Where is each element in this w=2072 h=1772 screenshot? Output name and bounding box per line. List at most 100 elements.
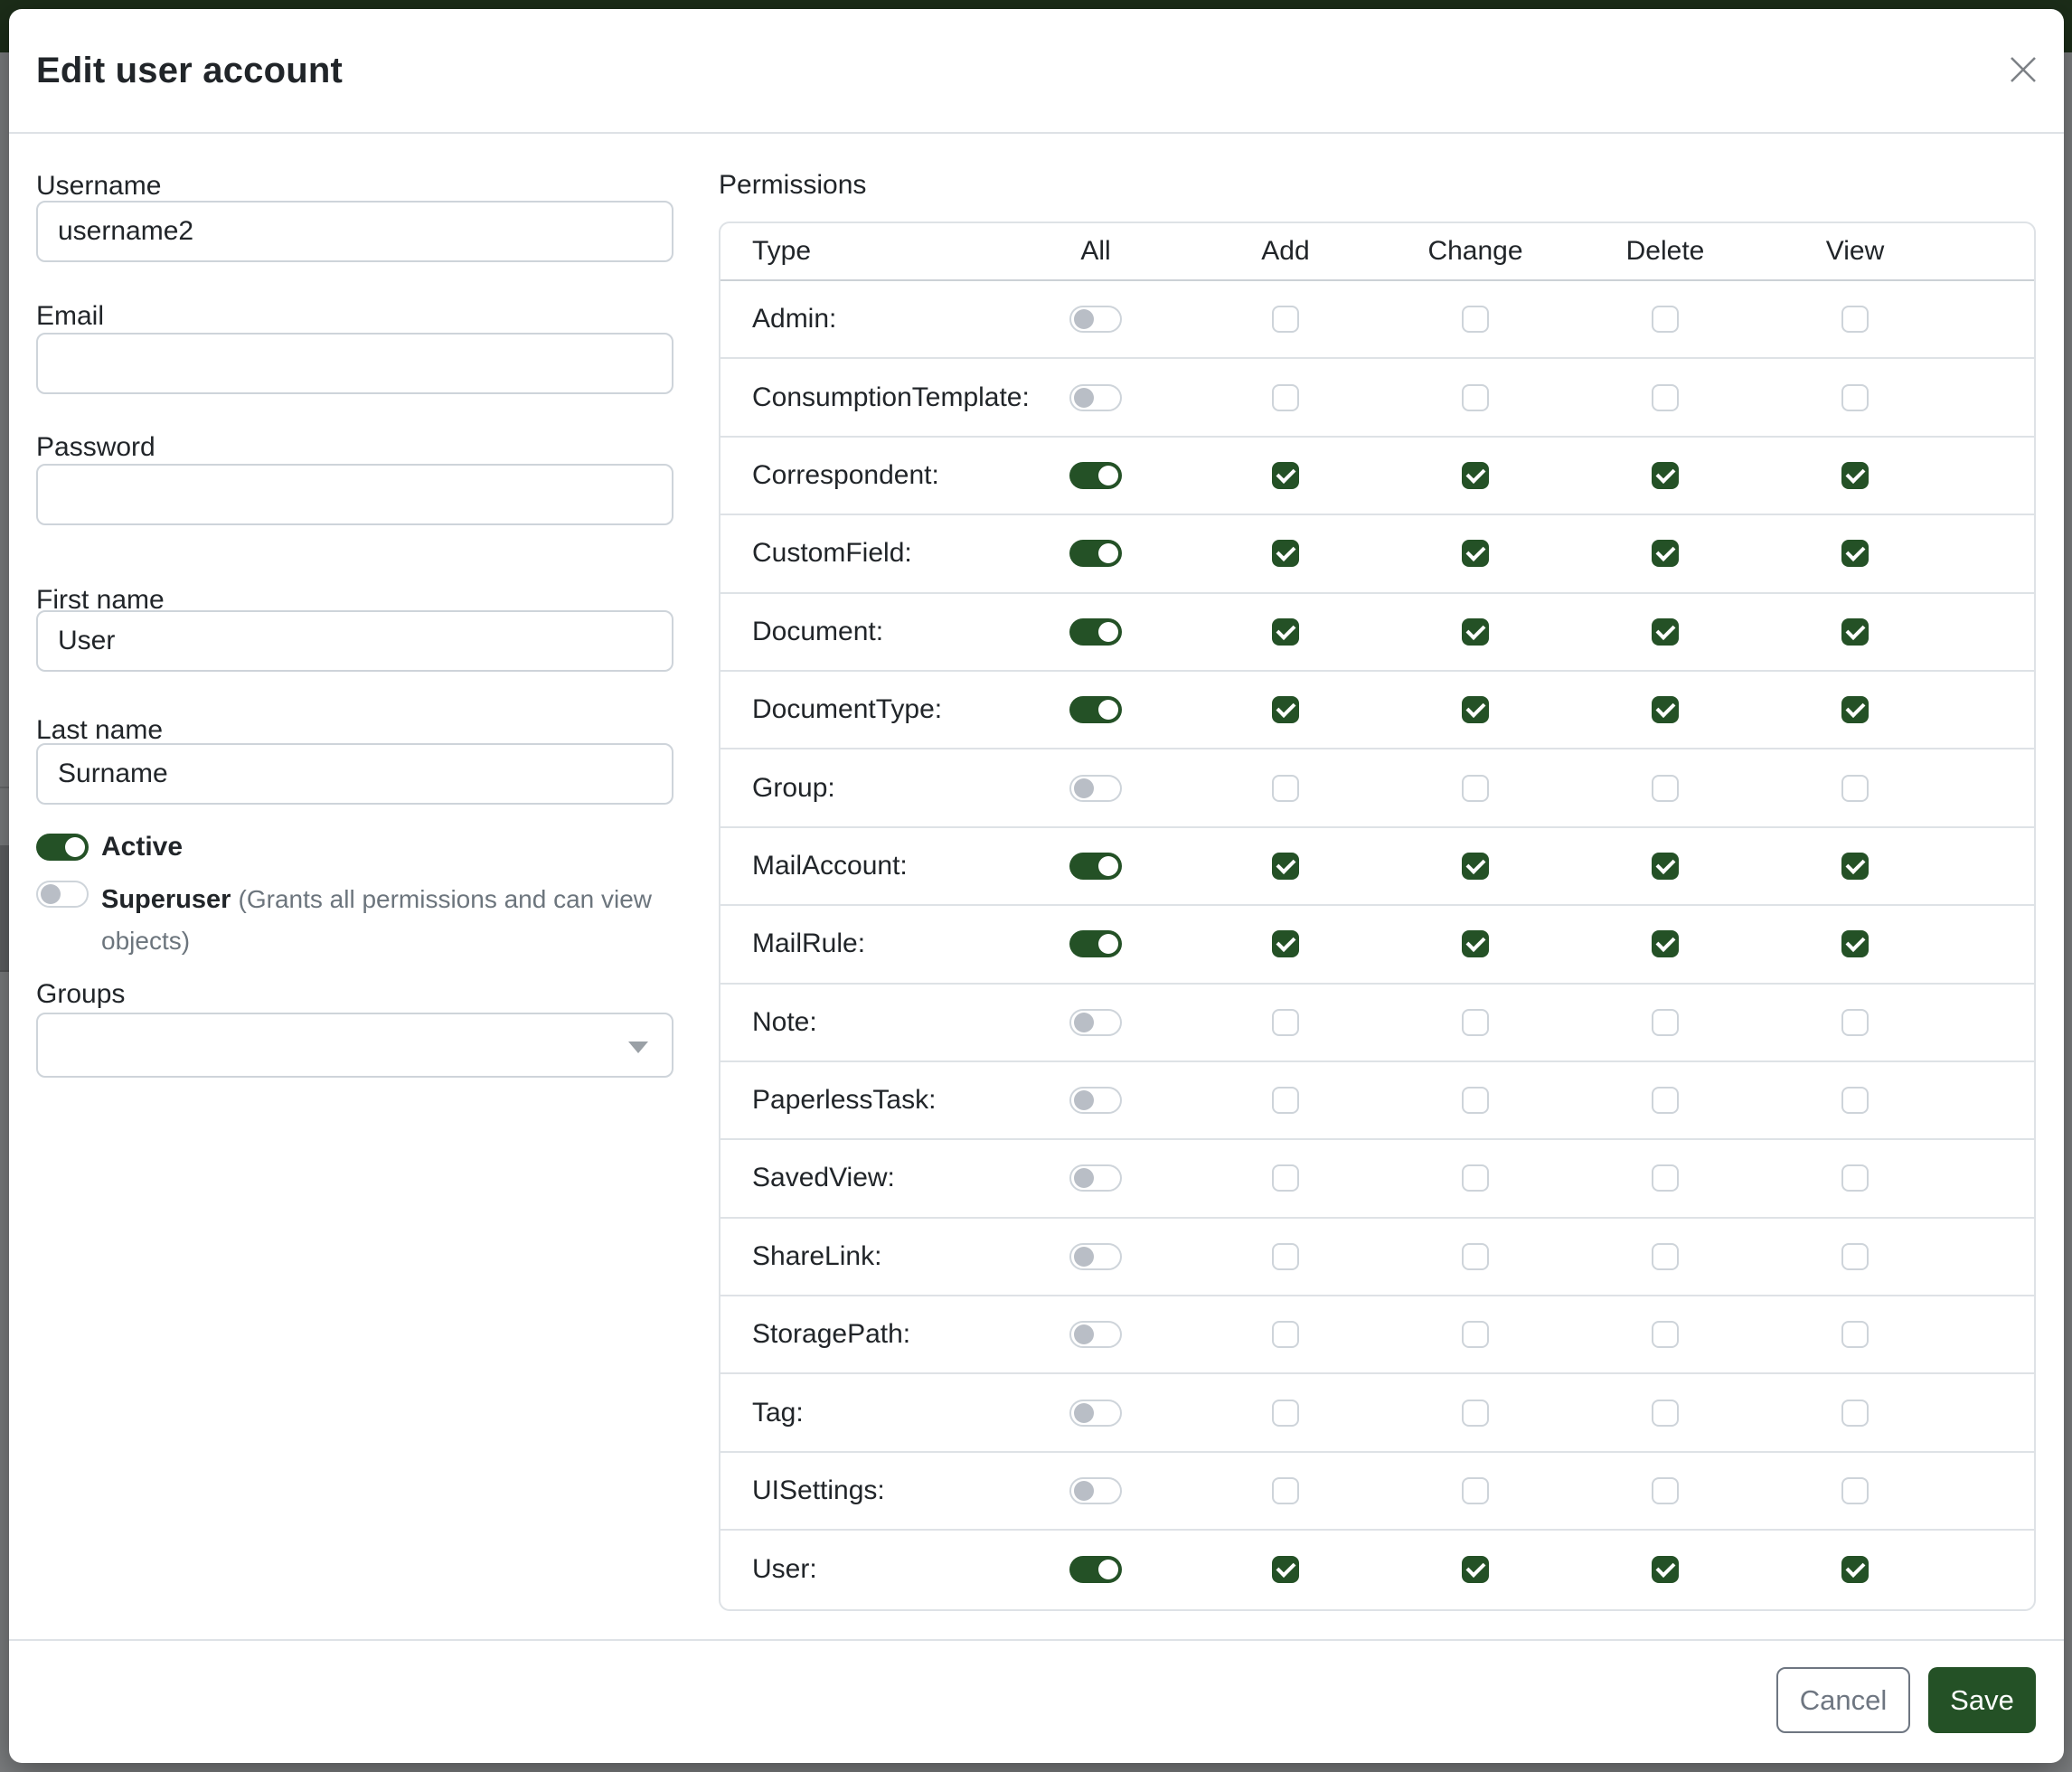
permission-add-checkbox[interactable] [1272, 1243, 1299, 1270]
permission-change-checkbox[interactable] [1462, 930, 1489, 957]
permission-view-checkbox[interactable] [1841, 696, 1869, 723]
permission-delete-checkbox[interactable] [1652, 540, 1679, 567]
permission-row: StoragePath: [720, 1296, 2034, 1374]
permission-add-checkbox[interactable] [1272, 1400, 1299, 1427]
save-button[interactable]: Save [1928, 1667, 2036, 1733]
permission-change-checkbox[interactable] [1462, 1164, 1489, 1192]
permission-add-checkbox[interactable] [1272, 1087, 1299, 1114]
permission-change-checkbox[interactable] [1462, 1087, 1489, 1114]
permission-add-checkbox[interactable] [1272, 853, 1299, 880]
permission-all-toggle[interactable] [1069, 1164, 1122, 1192]
permission-delete-checkbox[interactable] [1652, 696, 1679, 723]
permission-change-checkbox[interactable] [1462, 1243, 1489, 1270]
permission-view-checkbox[interactable] [1841, 1400, 1869, 1427]
permission-change-checkbox[interactable] [1462, 306, 1489, 333]
permission-all-toggle[interactable] [1069, 853, 1122, 880]
permission-delete-checkbox[interactable] [1652, 1400, 1679, 1427]
permission-delete-checkbox[interactable] [1652, 1087, 1679, 1114]
permission-change-checkbox[interactable] [1462, 1321, 1489, 1348]
permission-add-checkbox[interactable] [1272, 1164, 1299, 1192]
permission-delete-checkbox[interactable] [1652, 853, 1679, 880]
permission-delete-checkbox[interactable] [1652, 1164, 1679, 1192]
permission-view-checkbox[interactable] [1841, 1477, 1869, 1504]
permission-add-checkbox[interactable] [1272, 1009, 1299, 1036]
permission-delete-checkbox[interactable] [1652, 1243, 1679, 1270]
permission-all-toggle[interactable] [1069, 775, 1122, 802]
permission-all-toggle[interactable] [1069, 1243, 1122, 1270]
permission-delete-checkbox[interactable] [1652, 1321, 1679, 1348]
superuser-toggle[interactable] [36, 881, 89, 908]
permission-delete-checkbox[interactable] [1652, 618, 1679, 646]
permission-delete-checkbox[interactable] [1652, 1009, 1679, 1036]
permission-add-checkbox[interactable] [1272, 1556, 1299, 1583]
permission-view-checkbox[interactable] [1841, 384, 1869, 411]
close-button[interactable] [2003, 51, 2043, 90]
password-field[interactable] [36, 464, 673, 525]
email-field[interactable] [36, 333, 673, 394]
cancel-button[interactable]: Cancel [1776, 1667, 1910, 1733]
permission-add-checkbox[interactable] [1272, 696, 1299, 723]
permission-add-checkbox[interactable] [1272, 930, 1299, 957]
permission-delete-checkbox[interactable] [1652, 930, 1679, 957]
username-field[interactable] [36, 201, 673, 262]
password-label: Password [36, 431, 155, 464]
permission-all-toggle[interactable] [1069, 1477, 1122, 1504]
permission-add-checkbox[interactable] [1272, 384, 1299, 411]
permission-add-checkbox[interactable] [1272, 775, 1299, 802]
permission-view-checkbox[interactable] [1841, 1009, 1869, 1036]
permission-view-checkbox[interactable] [1841, 1087, 1869, 1114]
permission-change-checkbox[interactable] [1462, 1477, 1489, 1504]
permission-change-checkbox[interactable] [1462, 462, 1489, 489]
groups-select[interactable] [36, 1013, 673, 1078]
permission-view-checkbox[interactable] [1841, 930, 1869, 957]
permission-change-checkbox[interactable] [1462, 384, 1489, 411]
permission-all-toggle[interactable] [1069, 930, 1122, 957]
permission-delete-checkbox[interactable] [1652, 462, 1679, 489]
permission-change-checkbox[interactable] [1462, 696, 1489, 723]
permission-add-checkbox[interactable] [1272, 462, 1299, 489]
permission-all-toggle[interactable] [1069, 1009, 1122, 1036]
permission-all-toggle[interactable] [1069, 1087, 1122, 1114]
permission-all-toggle[interactable] [1069, 1400, 1122, 1427]
permission-change-checkbox[interactable] [1462, 540, 1489, 567]
permission-delete-checkbox[interactable] [1652, 775, 1679, 802]
permission-delete-checkbox[interactable] [1652, 306, 1679, 333]
permission-view-checkbox[interactable] [1841, 1321, 1869, 1348]
permission-delete-checkbox[interactable] [1652, 1477, 1679, 1504]
last-name-field[interactable] [36, 743, 673, 805]
permission-view-checkbox[interactable] [1841, 462, 1869, 489]
permission-all-toggle[interactable] [1069, 462, 1122, 489]
permission-type-label: ConsumptionTemplate: [720, 382, 1001, 413]
permission-all-toggle[interactable] [1069, 540, 1122, 567]
permission-add-checkbox[interactable] [1272, 1477, 1299, 1504]
permission-change-checkbox[interactable] [1462, 1009, 1489, 1036]
permission-view-checkbox[interactable] [1841, 540, 1869, 567]
permission-all-toggle[interactable] [1069, 696, 1122, 723]
permission-add-checkbox[interactable] [1272, 306, 1299, 333]
permission-change-checkbox[interactable] [1462, 1400, 1489, 1427]
permission-delete-checkbox[interactable] [1652, 1556, 1679, 1583]
active-toggle[interactable] [36, 834, 89, 861]
permission-all-toggle[interactable] [1069, 618, 1122, 646]
permission-change-checkbox[interactable] [1462, 618, 1489, 646]
permission-view-checkbox[interactable] [1841, 1243, 1869, 1270]
permission-delete-checkbox[interactable] [1652, 384, 1679, 411]
permission-all-toggle[interactable] [1069, 306, 1122, 333]
permission-change-checkbox[interactable] [1462, 1556, 1489, 1583]
first-name-field[interactable] [36, 610, 673, 672]
permission-view-checkbox[interactable] [1841, 1164, 1869, 1192]
permission-add-checkbox[interactable] [1272, 618, 1299, 646]
permission-all-toggle[interactable] [1069, 1321, 1122, 1348]
permission-add-checkbox[interactable] [1272, 540, 1299, 567]
permission-all-toggle[interactable] [1069, 1556, 1122, 1583]
permission-view-checkbox[interactable] [1841, 775, 1869, 802]
permission-change-checkbox[interactable] [1462, 775, 1489, 802]
permission-all-toggle[interactable] [1069, 384, 1122, 411]
permission-type-label: SavedView: [720, 1163, 1001, 1193]
permission-add-checkbox[interactable] [1272, 1321, 1299, 1348]
permission-view-checkbox[interactable] [1841, 618, 1869, 646]
permission-view-checkbox[interactable] [1841, 1556, 1869, 1583]
permission-change-checkbox[interactable] [1462, 853, 1489, 880]
permission-view-checkbox[interactable] [1841, 853, 1869, 880]
permission-view-checkbox[interactable] [1841, 306, 1869, 333]
